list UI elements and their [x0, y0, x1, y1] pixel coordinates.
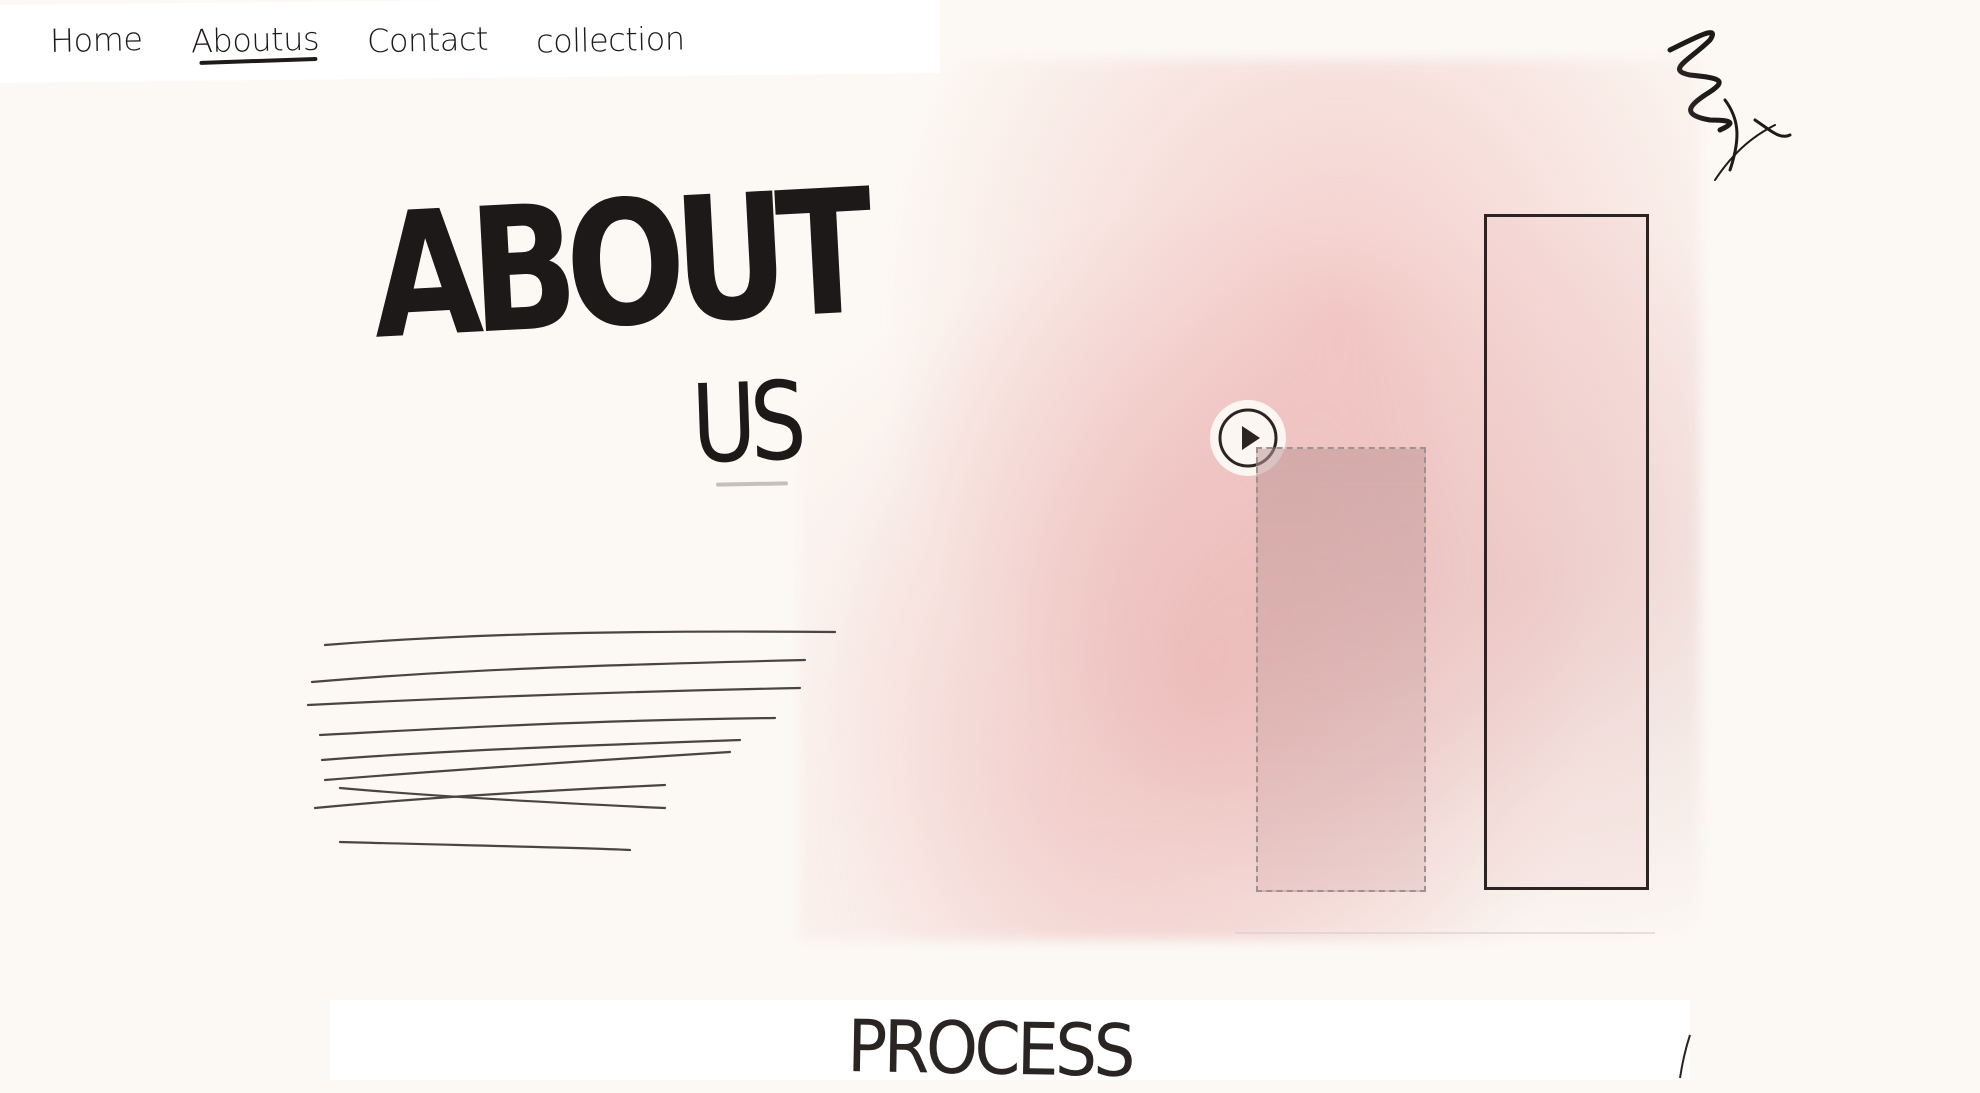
nav-home-link[interactable]: Home [50, 20, 143, 60]
top-nav: Home Aboutus Contact collection [50, 10, 732, 70]
title-underline [715, 481, 789, 487]
image-placeholder-left [1256, 447, 1426, 892]
page-title-us: US [689, 359, 802, 488]
page-title-about: ABOUT [367, 151, 867, 378]
image-placeholder-right [1484, 214, 1649, 890]
divider [1235, 932, 1655, 934]
nav-collection-link[interactable]: collection [535, 19, 684, 60]
decorative-stroke [1679, 1034, 1691, 1079]
process-title: PROCESS [846, 1004, 1133, 1093]
nav-contact-link[interactable]: Contact [366, 20, 488, 61]
nav-aboutus-link[interactable]: Aboutus [190, 20, 319, 61]
placeholder-text-lines [306, 630, 837, 852]
